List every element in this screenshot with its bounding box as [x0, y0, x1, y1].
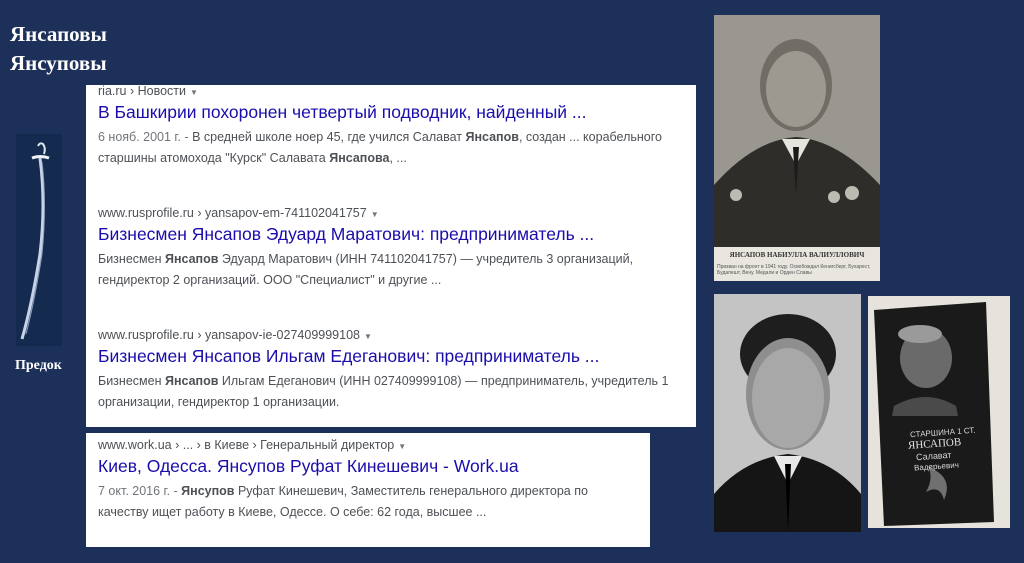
snippet-date: 6 нояб. 2001 г. -: [98, 130, 193, 144]
memorial-plaque-photo: СТАРШИНА 1 СТ. ЯНСАПОВ Салават Вадерьеви…: [868, 296, 1010, 528]
elder-portrait-image: [714, 15, 880, 247]
snippet-keyword: Янсапов: [465, 130, 519, 144]
dropdown-arrow-icon[interactable]: ▼: [364, 332, 372, 341]
result-domain: www.rusprofile.ru: [98, 206, 194, 220]
search-result: www.work.ua › ... › в Киеве › Генеральны…: [98, 438, 640, 523]
memorial-plaque-image: [874, 302, 994, 526]
title-line-1: Янсаповы: [10, 22, 107, 46]
ancestor-label: Предок: [15, 358, 62, 373]
result-snippet: 6 нояб. 2001 г. - В средней школе ноер 4…: [98, 127, 686, 169]
snippet-text: , ...: [389, 151, 407, 165]
result-domain: ria.ru: [98, 84, 127, 98]
young-man-portrait-image: [714, 294, 861, 532]
young-man-photo: [714, 294, 861, 532]
snippet-text: В средней школе ноер 45, где учился Сала…: [192, 130, 466, 144]
search-result: www.rusprofile.ru › yansapov-ie-02740999…: [98, 328, 686, 413]
result-path: › ... › в Киеве › Генеральный директор: [175, 438, 395, 452]
result-domain: www.work.ua: [98, 438, 172, 452]
snippet-keyword: Янсапов: [164, 252, 219, 266]
result-source: www.rusprofile.ru › yansapov-ie-02740999…: [98, 328, 686, 342]
search-result: ria.ru › Новости ▼ В Башкирии похоронен ч…: [98, 84, 686, 169]
result-snippet: Бизнесмен Янсапов Ильгам Едеганович (ИНН…: [98, 371, 686, 413]
search-result-card-work: www.work.ua › ... › в Киеве › Генеральны…: [86, 433, 650, 547]
result-path: › Новости: [129, 84, 186, 98]
result-snippet: 7 окт. 2016 г. - Янсупов Руфат Кинешевич…: [98, 481, 640, 523]
portrait-photo: ЯНСАПОВ НАБИУЛЛА ВАЛИУЛЛОВИЧ Призван на …: [714, 15, 880, 281]
snippet-keyword: Янсапов: [164, 374, 219, 388]
result-domain: www.rusprofile.ru: [98, 328, 194, 342]
result-path: › yansapov-em-741102041757: [197, 206, 367, 220]
result-title-link[interactable]: Бизнесмен Янсапов Эдуард Маратович: пред…: [98, 224, 686, 245]
result-source: www.rusprofile.ru › yansapov-em-74110204…: [98, 206, 686, 220]
search-results-card: ria.ru › Новости ▼ В Башкирии похоронен ч…: [86, 84, 696, 427]
snippet-date: 7 окт. 2016 г. -: [98, 484, 182, 498]
portrait-caption: ЯНСАПОВ НАБИУЛЛА ВАЛИУЛЛОВИЧ: [729, 251, 865, 259]
snippet-keyword: Янсапова: [329, 151, 390, 165]
snippet-text: Бизнесмен: [98, 252, 165, 266]
page-title: Янсаповы Янсуповы: [10, 20, 107, 78]
snippet-keyword: Янсупов: [181, 484, 235, 498]
dropdown-arrow-icon[interactable]: ▼: [398, 442, 406, 451]
result-source: ria.ru › Новости ▼: [98, 84, 686, 98]
result-source: www.work.ua › ... › в Киеве › Генеральны…: [98, 438, 640, 452]
portrait-subcaption: Призван на фронт в 1941 году. Освобождал…: [717, 264, 871, 276]
search-result: www.rusprofile.ru › yansapov-em-74110204…: [98, 206, 686, 291]
sword-image: [16, 134, 62, 346]
result-path: › yansapov-ie-027409999108: [197, 328, 360, 342]
title-line-2: Янсуповы: [10, 51, 107, 75]
dropdown-arrow-icon[interactable]: ▼: [190, 88, 198, 97]
result-title-link[interactable]: В Башкирии похоронен четвертый подводник…: [98, 102, 686, 123]
result-snippet: Бизнесмен Янсапов Эдуард Маратович (ИНН …: [98, 249, 686, 291]
dropdown-arrow-icon[interactable]: ▼: [371, 210, 379, 219]
snippet-text: Бизнесмен: [98, 374, 165, 388]
sabre-icon: [20, 142, 50, 340]
result-title-link[interactable]: Киев, Одесса. Янсупов Руфат Кинешевич - …: [98, 456, 640, 477]
result-title-link[interactable]: Бизнесмен Янсапов Ильгам Едеганович: пре…: [98, 346, 686, 367]
